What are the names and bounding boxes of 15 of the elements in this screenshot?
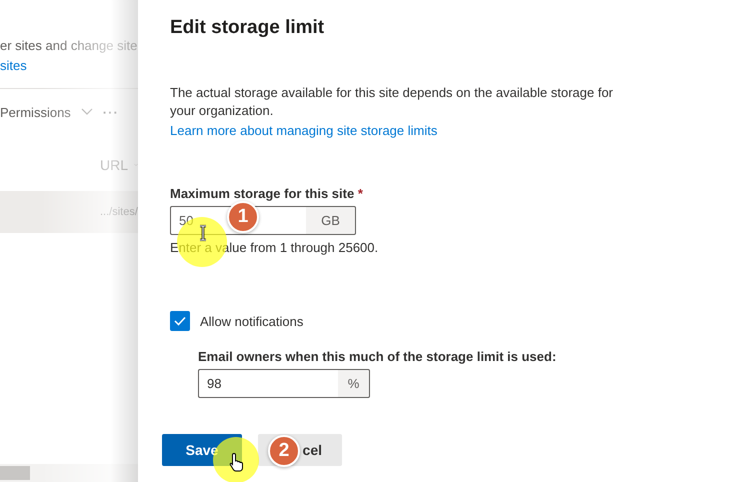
scrollbar[interactable] bbox=[0, 464, 138, 482]
checkbox-label[interactable]: Allow notifications bbox=[200, 314, 304, 328]
sites-link[interactable]: sites bbox=[0, 56, 138, 76]
chevron-down-icon bbox=[80, 108, 93, 116]
description-text: er sites and change site bbox=[0, 37, 138, 55]
checkbox[interactable] bbox=[170, 311, 190, 331]
panel-title: Edit storage limit bbox=[170, 16, 326, 40]
learn-more-link[interactable]: Learn more about managing site storage limits bbox=[170, 122, 438, 140]
permissions-menu[interactable]: Permissions bbox=[0, 104, 71, 120]
description-text: The actual storage available for this site depends on the available storage for your organization. bbox=[170, 84, 614, 120]
field-label: Email owners when this much of the storage limit is used: bbox=[198, 349, 556, 365]
check-icon bbox=[174, 316, 186, 326]
table-cell: .../sites/ bbox=[100, 206, 138, 218]
hand-cursor-icon bbox=[229, 452, 245, 472]
field-label: Maximum storage for this site * bbox=[170, 186, 363, 202]
